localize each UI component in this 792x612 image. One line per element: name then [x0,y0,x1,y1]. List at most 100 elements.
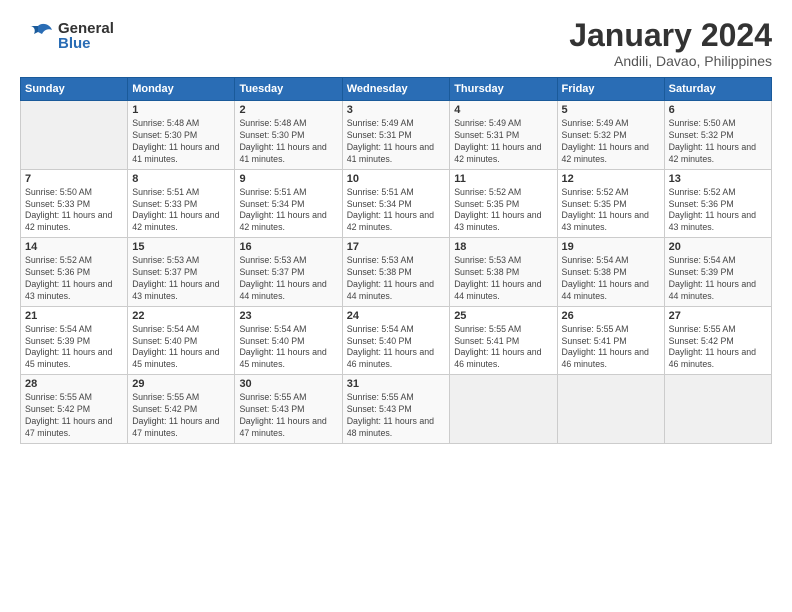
calendar-day-cell: 31 Sunrise: 5:55 AMSunset: 5:43 PMDaylig… [342,375,449,444]
calendar-table: SundayMondayTuesdayWednesdayThursdayFrid… [20,77,772,444]
calendar-day-cell: 23 Sunrise: 5:54 AMSunset: 5:40 PMDaylig… [235,306,342,375]
day-of-week-header: Wednesday [342,78,449,101]
day-info: Sunrise: 5:54 AMSunset: 5:40 PMDaylight:… [239,324,337,372]
day-of-week-header: Monday [128,78,235,101]
day-number: 7 [25,173,123,185]
header: General Blue January 2024 Andili, Davao,… [20,18,772,69]
day-info: Sunrise: 5:51 AMSunset: 5:33 PMDaylight:… [132,187,230,235]
calendar-day-cell: 15 Sunrise: 5:53 AMSunset: 5:37 PMDaylig… [128,238,235,307]
day-number: 25 [454,310,552,322]
day-number: 5 [562,104,660,116]
calendar-day-cell: 5 Sunrise: 5:49 AMSunset: 5:32 PMDayligh… [557,101,664,170]
calendar-day-cell [450,375,557,444]
day-info: Sunrise: 5:52 AMSunset: 5:35 PMDaylight:… [562,187,660,235]
calendar-day-cell [664,375,771,444]
calendar-day-cell: 19 Sunrise: 5:54 AMSunset: 5:38 PMDaylig… [557,238,664,307]
calendar-day-cell: 25 Sunrise: 5:55 AMSunset: 5:41 PMDaylig… [450,306,557,375]
day-number: 12 [562,173,660,185]
day-number: 11 [454,173,552,185]
calendar-day-cell: 4 Sunrise: 5:49 AMSunset: 5:31 PMDayligh… [450,101,557,170]
day-number: 15 [132,241,230,253]
day-info: Sunrise: 5:49 AMSunset: 5:32 PMDaylight:… [562,118,660,166]
day-info: Sunrise: 5:55 AMSunset: 5:41 PMDaylight:… [454,324,552,372]
calendar-day-cell: 20 Sunrise: 5:54 AMSunset: 5:39 PMDaylig… [664,238,771,307]
day-info: Sunrise: 5:51 AMSunset: 5:34 PMDaylight:… [239,187,337,235]
day-number: 18 [454,241,552,253]
calendar-week-row: 28 Sunrise: 5:55 AMSunset: 5:42 PMDaylig… [21,375,772,444]
day-number: 31 [347,378,445,390]
day-info: Sunrise: 5:54 AMSunset: 5:40 PMDaylight:… [132,324,230,372]
day-number: 2 [239,104,337,116]
day-number: 27 [669,310,767,322]
calendar-day-cell: 27 Sunrise: 5:55 AMSunset: 5:42 PMDaylig… [664,306,771,375]
calendar-day-cell: 17 Sunrise: 5:53 AMSunset: 5:38 PMDaylig… [342,238,449,307]
day-info: Sunrise: 5:54 AMSunset: 5:39 PMDaylight:… [25,324,123,372]
day-info: Sunrise: 5:49 AMSunset: 5:31 PMDaylight:… [454,118,552,166]
calendar-day-cell: 3 Sunrise: 5:49 AMSunset: 5:31 PMDayligh… [342,101,449,170]
day-info: Sunrise: 5:55 AMSunset: 5:43 PMDaylight:… [347,392,445,440]
day-number: 29 [132,378,230,390]
page: General Blue January 2024 Andili, Davao,… [0,0,792,612]
day-info: Sunrise: 5:55 AMSunset: 5:42 PMDaylight:… [25,392,123,440]
day-info: Sunrise: 5:54 AMSunset: 5:39 PMDaylight:… [669,255,767,303]
day-info: Sunrise: 5:49 AMSunset: 5:31 PMDaylight:… [347,118,445,166]
day-info: Sunrise: 5:55 AMSunset: 5:41 PMDaylight:… [562,324,660,372]
calendar-day-cell: 30 Sunrise: 5:55 AMSunset: 5:43 PMDaylig… [235,375,342,444]
day-info: Sunrise: 5:52 AMSunset: 5:35 PMDaylight:… [454,187,552,235]
day-info: Sunrise: 5:55 AMSunset: 5:43 PMDaylight:… [239,392,337,440]
day-info: Sunrise: 5:53 AMSunset: 5:38 PMDaylight:… [347,255,445,303]
day-number: 30 [239,378,337,390]
calendar-day-cell: 7 Sunrise: 5:50 AMSunset: 5:33 PMDayligh… [21,169,128,238]
day-number: 23 [239,310,337,322]
calendar-day-cell: 1 Sunrise: 5:48 AMSunset: 5:30 PMDayligh… [128,101,235,170]
calendar-day-cell: 8 Sunrise: 5:51 AMSunset: 5:33 PMDayligh… [128,169,235,238]
day-number: 9 [239,173,337,185]
day-number: 8 [132,173,230,185]
calendar-subtitle: Andili, Davao, Philippines [569,53,772,69]
day-number: 10 [347,173,445,185]
day-info: Sunrise: 5:55 AMSunset: 5:42 PMDaylight:… [669,324,767,372]
day-info: Sunrise: 5:50 AMSunset: 5:33 PMDaylight:… [25,187,123,235]
day-info: Sunrise: 5:53 AMSunset: 5:37 PMDaylight:… [239,255,337,303]
calendar-day-cell: 21 Sunrise: 5:54 AMSunset: 5:39 PMDaylig… [21,306,128,375]
calendar-day-cell [557,375,664,444]
calendar-day-cell: 26 Sunrise: 5:55 AMSunset: 5:41 PMDaylig… [557,306,664,375]
calendar-week-row: 14 Sunrise: 5:52 AMSunset: 5:36 PMDaylig… [21,238,772,307]
day-number: 21 [25,310,123,322]
day-info: Sunrise: 5:50 AMSunset: 5:32 PMDaylight:… [669,118,767,166]
day-number: 20 [669,241,767,253]
day-number: 19 [562,241,660,253]
calendar-day-cell: 6 Sunrise: 5:50 AMSunset: 5:32 PMDayligh… [664,101,771,170]
calendar-day-cell: 29 Sunrise: 5:55 AMSunset: 5:42 PMDaylig… [128,375,235,444]
calendar-day-cell: 2 Sunrise: 5:48 AMSunset: 5:30 PMDayligh… [235,101,342,170]
day-number: 4 [454,104,552,116]
day-of-week-header: Thursday [450,78,557,101]
day-info: Sunrise: 5:52 AMSunset: 5:36 PMDaylight:… [669,187,767,235]
day-number: 16 [239,241,337,253]
logo: General Blue [20,18,114,54]
day-info: Sunrise: 5:48 AMSunset: 5:30 PMDaylight:… [239,118,337,166]
calendar-week-row: 1 Sunrise: 5:48 AMSunset: 5:30 PMDayligh… [21,101,772,170]
calendar-title: January 2024 [569,18,772,53]
day-number: 28 [25,378,123,390]
day-number: 26 [562,310,660,322]
calendar-day-cell: 22 Sunrise: 5:54 AMSunset: 5:40 PMDaylig… [128,306,235,375]
day-info: Sunrise: 5:55 AMSunset: 5:42 PMDaylight:… [132,392,230,440]
day-of-week-header: Friday [557,78,664,101]
calendar-week-row: 7 Sunrise: 5:50 AMSunset: 5:33 PMDayligh… [21,169,772,238]
day-info: Sunrise: 5:52 AMSunset: 5:36 PMDaylight:… [25,255,123,303]
day-of-week-header: Sunday [21,78,128,101]
day-info: Sunrise: 5:51 AMSunset: 5:34 PMDaylight:… [347,187,445,235]
day-info: Sunrise: 5:54 AMSunset: 5:38 PMDaylight:… [562,255,660,303]
calendar-day-cell: 16 Sunrise: 5:53 AMSunset: 5:37 PMDaylig… [235,238,342,307]
day-number: 14 [25,241,123,253]
calendar-day-cell: 12 Sunrise: 5:52 AMSunset: 5:35 PMDaylig… [557,169,664,238]
calendar-day-cell: 18 Sunrise: 5:53 AMSunset: 5:38 PMDaylig… [450,238,557,307]
calendar-day-cell [21,101,128,170]
calendar-day-cell: 11 Sunrise: 5:52 AMSunset: 5:35 PMDaylig… [450,169,557,238]
calendar-day-cell: 13 Sunrise: 5:52 AMSunset: 5:36 PMDaylig… [664,169,771,238]
day-number: 6 [669,104,767,116]
day-info: Sunrise: 5:54 AMSunset: 5:40 PMDaylight:… [347,324,445,372]
calendar-day-cell: 24 Sunrise: 5:54 AMSunset: 5:40 PMDaylig… [342,306,449,375]
day-number: 22 [132,310,230,322]
